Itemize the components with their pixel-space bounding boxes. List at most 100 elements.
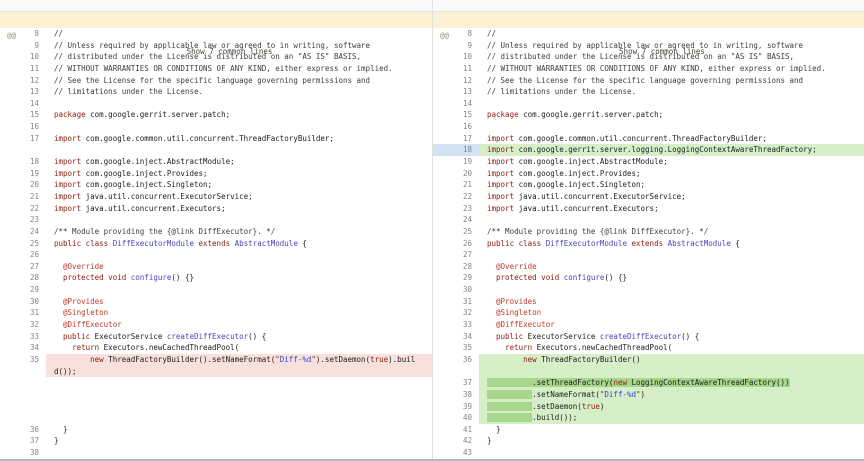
line-number[interactable]: 27	[433, 249, 479, 261]
diff-row: 14	[433, 98, 864, 110]
line-number[interactable]: 12	[433, 75, 479, 87]
line-number[interactable]: 36	[433, 354, 479, 366]
line-number[interactable]: 15	[0, 109, 46, 121]
code-line: package com.google.gerrit.server.patch;	[479, 109, 864, 121]
line-number[interactable]: 16	[433, 121, 479, 133]
line-number[interactable]: 41	[433, 424, 479, 436]
right-code-rows: 8//9// Unless required by applicable law…	[433, 28, 864, 459]
line-number[interactable]: 21	[0, 191, 46, 203]
line-number[interactable]: 31	[433, 296, 479, 308]
diff-row: 14	[0, 98, 432, 110]
code-segment: d());	[54, 367, 77, 376]
line-number[interactable]: 23	[0, 214, 46, 226]
line-number[interactable]: 27	[0, 261, 46, 273]
code-segment: import	[54, 192, 81, 201]
line-number[interactable]: 17	[0, 133, 46, 145]
line-number[interactable]	[433, 366, 479, 378]
line-number[interactable]: 29	[0, 284, 46, 296]
line-number[interactable]: 25	[433, 226, 479, 238]
line-number[interactable]: 24	[433, 214, 479, 226]
line-number[interactable]: 34	[0, 342, 46, 354]
line-number[interactable]: 18	[0, 156, 46, 168]
line-number[interactable]	[0, 389, 46, 401]
line-number[interactable]: 33	[433, 319, 479, 331]
line-number[interactable]: 33	[0, 331, 46, 343]
line-number[interactable]	[0, 377, 46, 389]
line-number[interactable]: 35	[0, 354, 46, 366]
line-number[interactable]: 14	[0, 98, 46, 110]
diff-row: 29	[0, 284, 432, 296]
code-segment: ExecutorService	[523, 332, 600, 341]
line-number[interactable]	[0, 401, 46, 413]
line-number[interactable]: 39	[433, 401, 479, 413]
code-line: protected void configure() {}	[479, 272, 864, 284]
line-number[interactable]: 29	[433, 272, 479, 284]
line-number[interactable]: 19	[433, 156, 479, 168]
line-number[interactable]: 13	[0, 86, 46, 98]
line-number[interactable]: 12	[0, 75, 46, 87]
line-number[interactable]: 14	[433, 98, 479, 110]
code-segment: LoggingContextAwareThreadFactory())	[627, 378, 790, 387]
line-number[interactable]: 31	[0, 307, 46, 319]
line-number[interactable]: 20	[0, 179, 46, 191]
line-number[interactable]: 40	[433, 412, 479, 424]
code-line: @DiffExecutor	[479, 319, 864, 331]
code-line: new ThreadFactoryBuilder()	[479, 354, 864, 366]
code-segment: // See the License for the specific lang…	[54, 76, 370, 85]
line-number[interactable]: 43	[433, 447, 479, 459]
line-number[interactable]: 26	[433, 238, 479, 250]
line-number[interactable]: 13	[433, 86, 479, 98]
line-number[interactable]: 38	[0, 447, 46, 459]
code-segment: new	[523, 355, 537, 364]
line-number[interactable]: 37	[433, 377, 479, 389]
line-number[interactable]: 30	[0, 296, 46, 308]
line-number[interactable]: 32	[433, 307, 479, 319]
code-line: import java.util.concurrent.ExecutorServ…	[479, 191, 864, 203]
line-number[interactable]: 34	[433, 331, 479, 343]
line-number[interactable]	[0, 412, 46, 424]
code-segment	[487, 308, 496, 317]
expand-common-lines-right[interactable]: @@ Show 7 common lines	[433, 12, 864, 28]
line-number[interactable]: 26	[0, 249, 46, 261]
diff-row: 13// limitations under the License.	[0, 86, 432, 98]
line-number[interactable]: 21	[433, 179, 479, 191]
code-line: import java.util.concurrent.Executors;	[46, 203, 432, 215]
line-number[interactable]: 22	[0, 203, 46, 215]
code-line: .build());	[479, 412, 864, 424]
line-number[interactable]: 20	[433, 168, 479, 180]
line-number[interactable]: 16	[0, 121, 46, 133]
line-number[interactable]: 42	[433, 435, 479, 447]
line-number[interactable]: 10	[433, 51, 479, 63]
line-number[interactable]: 36	[0, 424, 46, 436]
code-segment	[487, 262, 496, 271]
line-number[interactable]: 18	[433, 144, 479, 156]
line-number[interactable]: 38	[433, 389, 479, 401]
line-number[interactable]: 19	[0, 168, 46, 180]
line-number[interactable]: 24	[0, 226, 46, 238]
code-line: }	[479, 424, 864, 436]
line-number[interactable]: 30	[433, 284, 479, 296]
line-number[interactable]: 15	[433, 109, 479, 121]
diff-row: 21import java.util.concurrent.ExecutorSe…	[0, 191, 432, 203]
line-number[interactable]	[0, 366, 46, 378]
line-number[interactable]: 35	[433, 342, 479, 354]
diff-row: 39 .setDaemon(true)	[433, 401, 864, 413]
line-number[interactable]: 28	[0, 272, 46, 284]
line-number[interactable]	[0, 144, 46, 156]
line-number[interactable]: 11	[0, 63, 46, 75]
line-number[interactable]: 32	[0, 319, 46, 331]
line-number[interactable]: 25	[0, 238, 46, 250]
line-number[interactable]: 28	[433, 261, 479, 273]
code-segment: @DiffExecutor	[63, 320, 122, 329]
line-number[interactable]: 23	[433, 203, 479, 215]
diff-row: 38	[0, 447, 432, 459]
expand-common-lines-left[interactable]: @@ Show 7 common lines	[0, 12, 432, 28]
line-number[interactable]: 37	[0, 435, 46, 447]
left-code-rows: 8//9// Unless required by applicable law…	[0, 28, 432, 459]
code-segment	[54, 332, 63, 341]
line-number[interactable]: 22	[433, 191, 479, 203]
hunk-marker: @@	[7, 28, 16, 44]
line-number[interactable]: 17	[433, 133, 479, 145]
line-number[interactable]: 11	[433, 63, 479, 75]
line-number[interactable]: 10	[0, 51, 46, 63]
